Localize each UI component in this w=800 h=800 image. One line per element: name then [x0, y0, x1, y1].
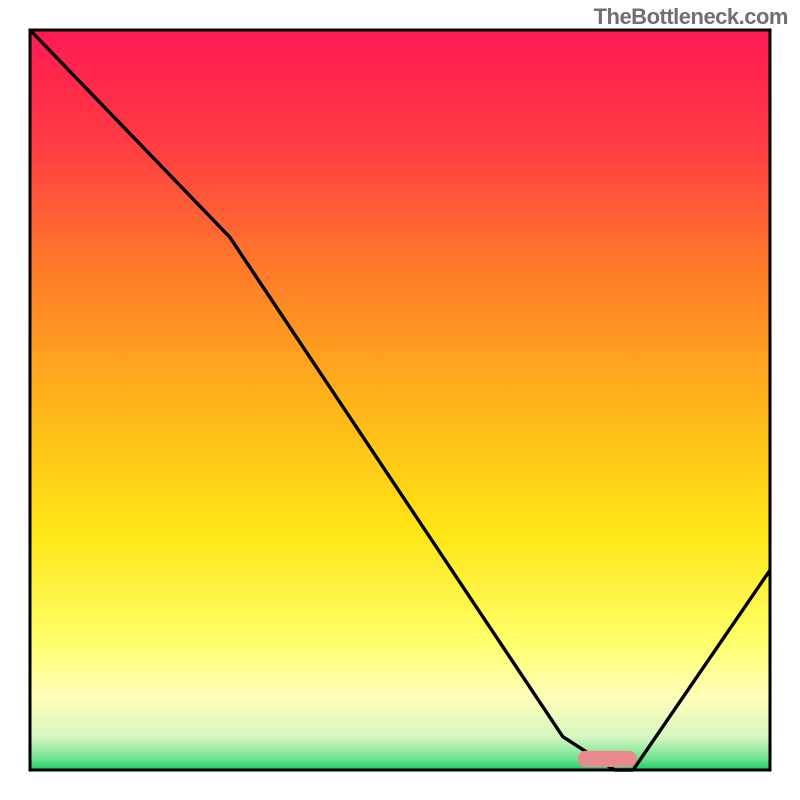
plot-background [30, 30, 770, 770]
bottleneck-chart [0, 0, 800, 800]
optimal-range-marker [578, 751, 637, 767]
chart-frame: TheBottleneck.com [0, 0, 800, 800]
